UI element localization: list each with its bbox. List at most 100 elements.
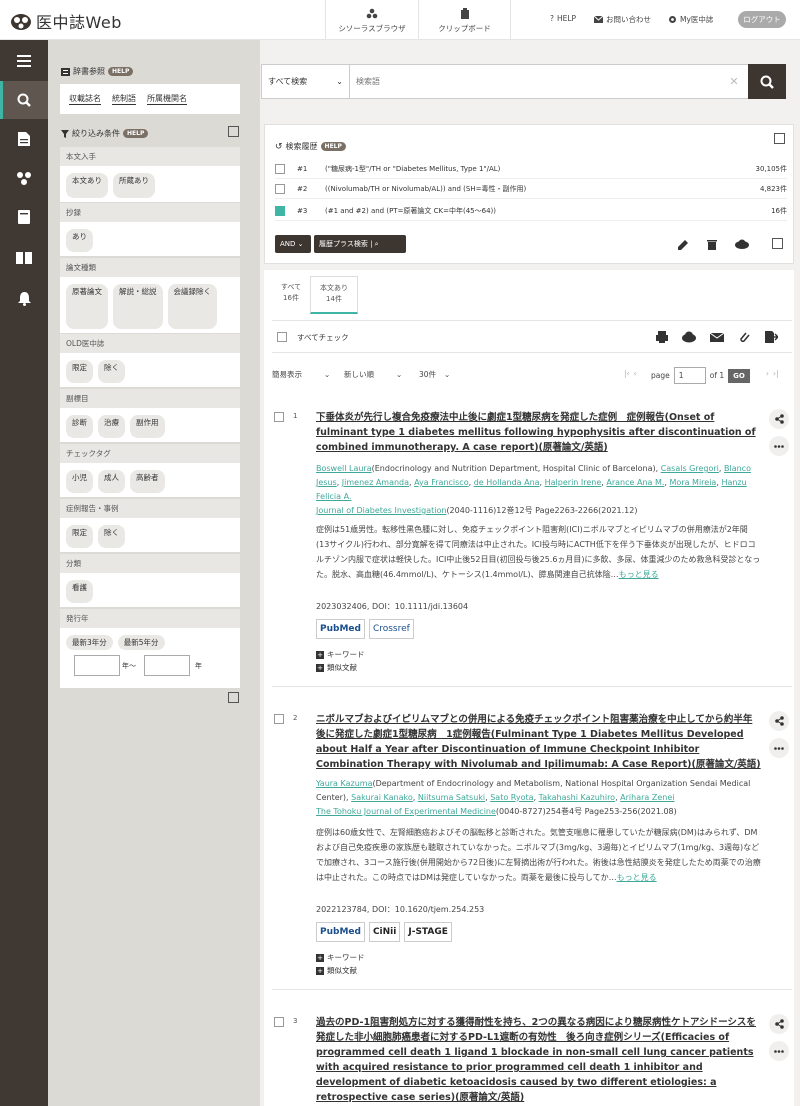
filter-chip[interactable]: 看護: [66, 580, 93, 603]
next-page-icon[interactable]: ›: [766, 369, 769, 378]
dict-link-journal[interactable]: 収載誌名: [69, 93, 101, 105]
journal-nav-icon[interactable]: [0, 198, 48, 236]
logout-button[interactable]: ログアウト: [738, 11, 786, 28]
author-link[interactable]: Boswell Laura: [316, 464, 372, 473]
search-scope-select[interactable]: すべて検索 ⌄: [262, 65, 350, 98]
last-page-icon[interactable]: ›|: [773, 369, 779, 378]
filter-chip[interactable]: 最新5年分: [117, 635, 165, 650]
keyword-toggle[interactable]: + キーワード: [316, 952, 365, 963]
history-checkbox[interactable]: [275, 164, 285, 174]
more-options-icon[interactable]: [769, 1041, 789, 1061]
author-link[interactable]: Takahashi Kazuhiro: [539, 793, 615, 802]
edit-icon[interactable]: [678, 239, 689, 250]
author-link[interactable]: Sakurai Kanako: [351, 793, 413, 802]
cinii-logo[interactable]: CiNii: [368, 922, 401, 942]
filter-chip[interactable]: 解説・総説: [113, 284, 163, 329]
history-count[interactable]: 30,105件: [727, 164, 788, 174]
history-help-badge[interactable]: HELP: [320, 142, 346, 151]
year-from-input[interactable]: [74, 655, 120, 676]
history-plus-search-button[interactable]: 履歴プラス検索 | ⌕: [314, 235, 406, 253]
prev-page-icon[interactable]: ‹: [634, 369, 637, 378]
filter-chip[interactable]: 原著論文: [66, 284, 108, 329]
history-query[interactable]: ("糖尿病-1型"/TH or "Diabetes Mellitus, Type…: [325, 164, 727, 174]
first-page-icon[interactable]: |‹: [624, 369, 630, 378]
author-link[interactable]: Arihara Zenei: [620, 793, 674, 802]
author-link[interactable]: Niitsuma Satsuki: [418, 793, 485, 802]
dict-link-affiliation[interactable]: 所属機関名: [147, 93, 187, 105]
more-options-icon[interactable]: [769, 436, 789, 456]
display-select[interactable]: 簡易表示 ⌄: [272, 369, 330, 380]
expand-history-icon[interactable]: [774, 133, 785, 144]
result-title[interactable]: 過去のPD-1阻害剤処方に対する獲得耐性を持ち、2つの異なる病因により糖尿病性ケ…: [316, 1015, 761, 1105]
and-select[interactable]: AND ⌄: [275, 235, 311, 253]
share-icon[interactable]: [769, 1014, 789, 1034]
filter-help-badge[interactable]: HELP: [123, 129, 149, 138]
result-title[interactable]: ニボルマブおよびイピリムマブとの併用による免疫チェックポイント阻害薬治療を中止し…: [316, 712, 761, 772]
trash-icon[interactable]: [707, 239, 717, 250]
search-nav-icon[interactable]: [0, 81, 48, 119]
pubmed-logo[interactable]: PubMed: [316, 619, 365, 639]
author-link[interactable]: Jimenez Amanda: [342, 478, 409, 487]
export-icon[interactable]: [764, 330, 778, 344]
author-link[interactable]: Arance Ana M.: [606, 478, 664, 487]
filter-chip[interactable]: 除く: [98, 525, 125, 548]
download-icon[interactable]: [682, 330, 696, 344]
search-input[interactable]: [350, 65, 720, 98]
author-link[interactable]: Casals Gregori: [661, 464, 719, 473]
filter-chip[interactable]: 限定: [66, 360, 93, 383]
dict-link-controlled-term[interactable]: 統制語: [112, 93, 136, 105]
result-checkbox[interactable]: [274, 412, 284, 422]
similar-toggle[interactable]: + 類似文献: [316, 965, 357, 976]
result-title[interactable]: 下垂体炎が先行し複合免疫療法中止後に劇症1型糖尿病を発症した症例 症例報告(On…: [316, 410, 761, 455]
pubmed-logo[interactable]: PubMed: [316, 922, 365, 942]
filter-chip[interactable]: 診断: [66, 415, 93, 438]
filter-chip[interactable]: 除く: [98, 360, 125, 383]
year-to-input[interactable]: [144, 655, 190, 676]
menu-icon[interactable]: [0, 42, 48, 80]
email-icon[interactable]: [710, 330, 724, 344]
brand-logo[interactable]: 医中誌Web: [10, 9, 122, 33]
filter-chip[interactable]: 副作用: [130, 415, 165, 438]
author-link[interactable]: Sato Ryota: [490, 793, 533, 802]
jstage-logo[interactable]: J-STAGE: [404, 922, 452, 942]
filter-chip[interactable]: 高齢者: [130, 470, 165, 493]
author-link[interactable]: Yaura Kazuma: [316, 779, 372, 788]
print-icon[interactable]: [655, 330, 669, 344]
author-link[interactable]: Mora Mireia: [670, 478, 717, 487]
result-checkbox[interactable]: [274, 714, 284, 724]
cloud-upload-icon[interactable]: [735, 239, 749, 249]
thesaurus-nav-icon[interactable]: [0, 159, 48, 197]
help-link[interactable]: ? HELP: [550, 14, 576, 23]
journal-link[interactable]: The Tohoku Journal of Experimental Medic…: [316, 807, 496, 816]
crossref-logo[interactable]: Crossref: [368, 619, 414, 639]
book-nav-icon[interactable]: [0, 239, 48, 277]
expand-history-tools-icon[interactable]: [772, 238, 783, 249]
check-all-checkbox[interactable]: [277, 332, 287, 342]
page-input[interactable]: 1: [673, 367, 706, 384]
journal-link[interactable]: Journal of Diabetes Investigation: [316, 506, 446, 515]
clear-icon[interactable]: ✕: [720, 75, 748, 88]
thesaurus-button[interactable]: シソーラスブラウザ: [325, 0, 418, 40]
clipboard-button[interactable]: クリップボード: [418, 0, 511, 40]
share-icon[interactable]: [769, 409, 789, 429]
author-link[interactable]: de Hollanda Ana: [474, 478, 540, 487]
filter-chip[interactable]: 小児: [66, 470, 93, 493]
filter-chip[interactable]: 本文あり: [66, 173, 108, 198]
filter-chip[interactable]: 成人: [98, 470, 125, 493]
more-options-icon[interactable]: [769, 738, 789, 758]
go-button[interactable]: GO: [728, 368, 750, 383]
filter-chip[interactable]: 会議録除く: [167, 284, 217, 329]
filter-chip[interactable]: 所蔵あり: [113, 173, 155, 198]
history-checkbox-checked[interactable]: [275, 206, 285, 216]
filter-chip[interactable]: 最新3年分: [66, 635, 113, 650]
contact-link[interactable]: お問い合わせ: [594, 14, 651, 25]
history-count[interactable]: 16件: [727, 206, 787, 216]
dictionary-help-badge[interactable]: HELP: [108, 67, 134, 76]
similar-toggle[interactable]: + 類似文献: [316, 662, 357, 673]
tab-all[interactable]: すべて 16件: [272, 276, 310, 314]
result-checkbox[interactable]: [274, 1017, 284, 1027]
history-checkbox[interactable]: [275, 184, 285, 194]
author-link[interactable]: Aya Francisco: [414, 478, 468, 487]
search-button[interactable]: [748, 64, 786, 99]
history-query[interactable]: ((Nivolumab/TH or Nivolumab/AL)) and (SH…: [325, 184, 727, 194]
